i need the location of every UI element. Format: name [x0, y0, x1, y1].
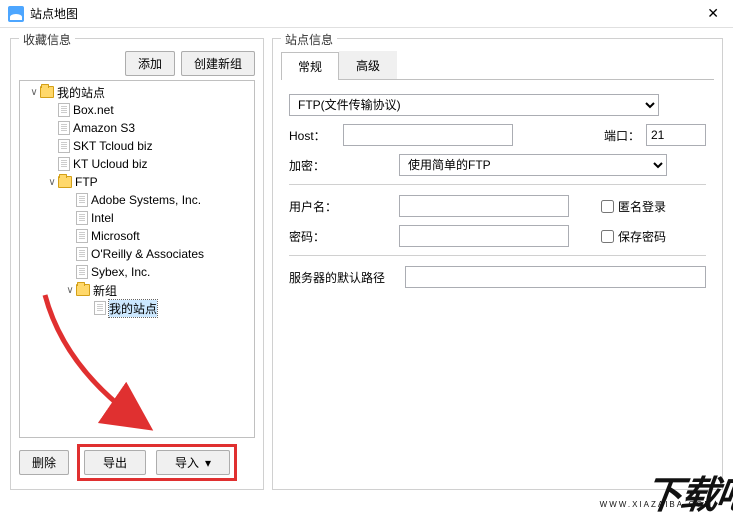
password-input[interactable]: [399, 225, 569, 247]
file-icon: [58, 139, 70, 153]
new-group-button[interactable]: 创建新组: [181, 51, 255, 76]
app-icon: [8, 6, 24, 22]
username-input[interactable]: [399, 195, 569, 217]
tree-item-label: 我的站点: [109, 300, 157, 317]
tree-item[interactable]: ∨ FTP: [20, 173, 254, 191]
close-button[interactable]: ✕: [701, 3, 725, 24]
tree-item-label: O'Reilly & Associates: [91, 247, 204, 261]
site-tree[interactable]: ∨ 我的站点 Box.net Amazon S3 SKT Tcloud biz KT Uc…: [19, 80, 255, 438]
host-input[interactable]: [343, 124, 513, 146]
delete-button[interactable]: 删除: [19, 450, 69, 475]
tree-item[interactable]: Adobe Systems, Inc.: [20, 191, 254, 209]
folder-icon: [40, 86, 54, 98]
tree-item-label: FTP: [75, 175, 98, 189]
tree-item[interactable]: ∨ 我的站点: [20, 83, 254, 101]
tree-item-label: 我的站点: [57, 84, 105, 101]
tree-item-label: 新组: [93, 282, 117, 299]
add-button[interactable]: 添加: [125, 51, 175, 76]
tree-item[interactable]: Sybex, Inc.: [20, 263, 254, 281]
encryption-select[interactable]: 使用简单的FTP: [399, 154, 667, 176]
tree-item-label: Amazon S3: [73, 121, 135, 135]
folder-icon: [58, 176, 72, 188]
tree-item-label: KT Ucloud biz: [73, 157, 147, 171]
tab-general[interactable]: 常规: [281, 52, 339, 80]
tree-item[interactable]: 我的站点: [20, 299, 254, 317]
import-button[interactable]: 导入▾: [156, 450, 230, 475]
site-info-title: 站点信息: [281, 31, 337, 48]
file-icon: [76, 211, 88, 225]
file-icon: [94, 301, 106, 315]
site-info-group: 站点信息 常规 高级 FTP(文件传输协议) Host： 端口： 加密：: [272, 38, 723, 490]
favorites-title: 收藏信息: [19, 31, 75, 48]
file-icon: [58, 103, 70, 117]
host-label: Host：: [289, 127, 337, 144]
favorites-group: 收藏信息 添加 创建新组 ∨我的站点Box.netAmazon S3SKT Tc…: [10, 38, 264, 490]
tree-item[interactable]: KT Ucloud biz: [20, 155, 254, 173]
folder-icon: [76, 284, 90, 296]
tree-item-label: SKT Tcloud biz: [73, 139, 153, 153]
encryption-label: 加密：: [289, 157, 337, 174]
tree-item[interactable]: ∨ 新组: [20, 281, 254, 299]
tree-item[interactable]: Intel: [20, 209, 254, 227]
tree-item-label: Intel: [91, 211, 114, 225]
tree-item[interactable]: Amazon S3: [20, 119, 254, 137]
export-import-highlight: 导出 导入▾: [77, 444, 237, 481]
tree-expander-icon[interactable]: ∨: [46, 177, 58, 188]
export-button[interactable]: 导出: [84, 450, 146, 475]
file-icon: [76, 229, 88, 243]
tree-item-label: Adobe Systems, Inc.: [91, 193, 201, 207]
username-label: 用户名：: [289, 198, 337, 215]
anonymous-checkbox[interactable]: 匿名登录: [601, 198, 666, 215]
default-path-label: 服务器的默认路径: [289, 269, 399, 286]
tabs: 常规 高级: [281, 51, 714, 80]
tree-expander-icon[interactable]: ∨: [64, 285, 76, 296]
watermark-url: WWW.XIAZAIBA.COM: [600, 500, 713, 509]
file-icon: [76, 193, 88, 207]
tree-expander-icon[interactable]: ∨: [28, 87, 40, 98]
chevron-down-icon: ▾: [205, 456, 211, 470]
tree-item-label: Sybex, Inc.: [91, 265, 150, 279]
tree-item-label: Microsoft: [91, 229, 140, 243]
port-input[interactable]: [646, 124, 706, 146]
password-label: 密码：: [289, 228, 337, 245]
tree-item[interactable]: Box.net: [20, 101, 254, 119]
tree-item[interactable]: Microsoft: [20, 227, 254, 245]
tab-advanced[interactable]: 高级: [339, 51, 397, 79]
file-icon: [76, 265, 88, 279]
tree-item[interactable]: O'Reilly & Associates: [20, 245, 254, 263]
window-title: 站点地图: [30, 5, 78, 22]
file-icon: [58, 121, 70, 135]
save-password-checkbox[interactable]: 保存密码: [601, 228, 666, 245]
file-icon: [76, 247, 88, 261]
port-label: 端口：: [604, 127, 640, 144]
protocol-select[interactable]: FTP(文件传输协议): [289, 94, 659, 116]
title-bar: 站点地图 ✕: [0, 0, 733, 28]
file-icon: [58, 157, 70, 171]
tree-item[interactable]: SKT Tcloud biz: [20, 137, 254, 155]
default-path-input[interactable]: [405, 266, 706, 288]
tree-item-label: Box.net: [73, 103, 114, 117]
